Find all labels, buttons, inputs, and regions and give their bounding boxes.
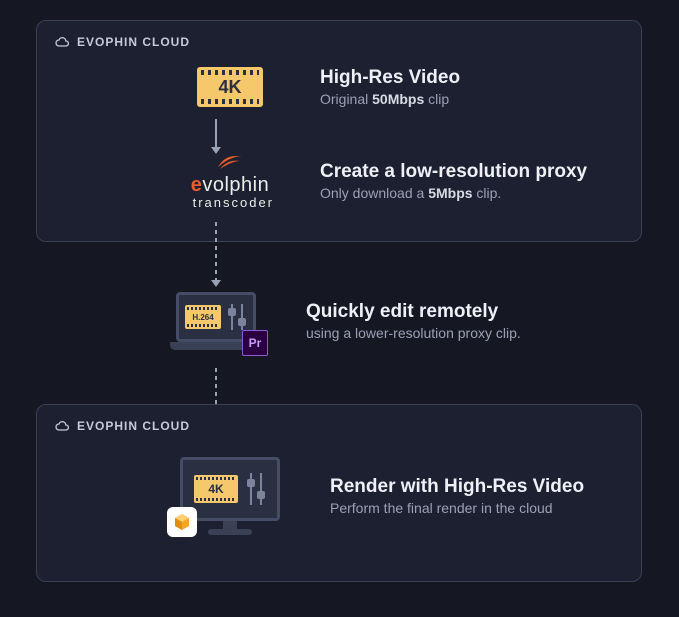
cloud-icon [55, 421, 69, 431]
film-4k-label: 4K [218, 77, 241, 98]
step4-text: Render with High-Res Video Perform the f… [330, 476, 584, 516]
step1-subtitle: Original 50Mbps clip [320, 91, 460, 107]
monitor-icon: 4K [175, 457, 285, 535]
step2-subtitle: Only download a 5Mbps clip. [320, 185, 587, 201]
transcoder-sub: transcoder [180, 195, 280, 210]
step-row-3: H.264 Pr Quickly edit remotely using a l… [166, 292, 521, 350]
monitor-4k-label: 4K [208, 482, 223, 496]
laptop-icon: H.264 Pr [170, 292, 262, 350]
mini-film-icon: H.264 [185, 305, 221, 329]
cloud-icon [55, 37, 69, 47]
film-4k-icon: 4K [197, 67, 263, 107]
cube-badge-icon [167, 507, 197, 537]
step-row-2: evolphin transcoder Create a low-resolut… [180, 151, 623, 210]
cloud-panel-bottom: EVOPHIN CLOUD 4K [36, 404, 642, 582]
step1-text: High-Res Video Original 50Mbps clip [320, 67, 460, 107]
transcoder-logo: evolphin transcoder [180, 151, 280, 210]
step3-text: Quickly edit remotely using a lower-reso… [306, 301, 521, 341]
monitor-film-4k-icon: 4K [194, 475, 238, 503]
cloud-panel-top: EVOPHIN CLOUD 4K High-Res Video Original… [36, 20, 642, 242]
swoosh-icon [216, 151, 244, 173]
step2-text: Create a low-resolution proxy Only downl… [320, 161, 587, 201]
step-row-1: 4K High-Res Video Original 50Mbps clip [180, 67, 623, 107]
transcoder-brand: evolphin [180, 174, 280, 197]
codec-label: H.264 [192, 313, 213, 322]
step1-icon-col: 4K [180, 67, 280, 107]
step3-icon-col: H.264 Pr [166, 292, 266, 350]
step2-icon-col: evolphin transcoder [180, 151, 280, 210]
step3-title: Quickly edit remotely [306, 301, 521, 323]
cloud-label: EVOPHIN CLOUD [55, 35, 623, 49]
step4-icon-col: 4K [170, 457, 290, 535]
step1-title: High-Res Video [320, 67, 460, 89]
step4-title: Render with High-Res Video [330, 476, 584, 498]
step4-subtitle: Perform the final render in the cloud [330, 500, 584, 516]
cloud-label-text: EVOPHIN CLOUD [77, 35, 190, 49]
premiere-badge-icon: Pr [242, 330, 268, 356]
step-row-4: 4K [170, 457, 623, 535]
step3-subtitle: using a lower-resolution proxy clip. [306, 325, 521, 341]
sliders-icon-2 [246, 471, 266, 507]
step2-title: Create a low-resolution proxy [320, 161, 587, 183]
cloud-label-text-2: EVOPHIN CLOUD [77, 419, 190, 433]
cloud-label-2: EVOPHIN CLOUD [55, 419, 623, 433]
sliders-icon [227, 302, 247, 332]
